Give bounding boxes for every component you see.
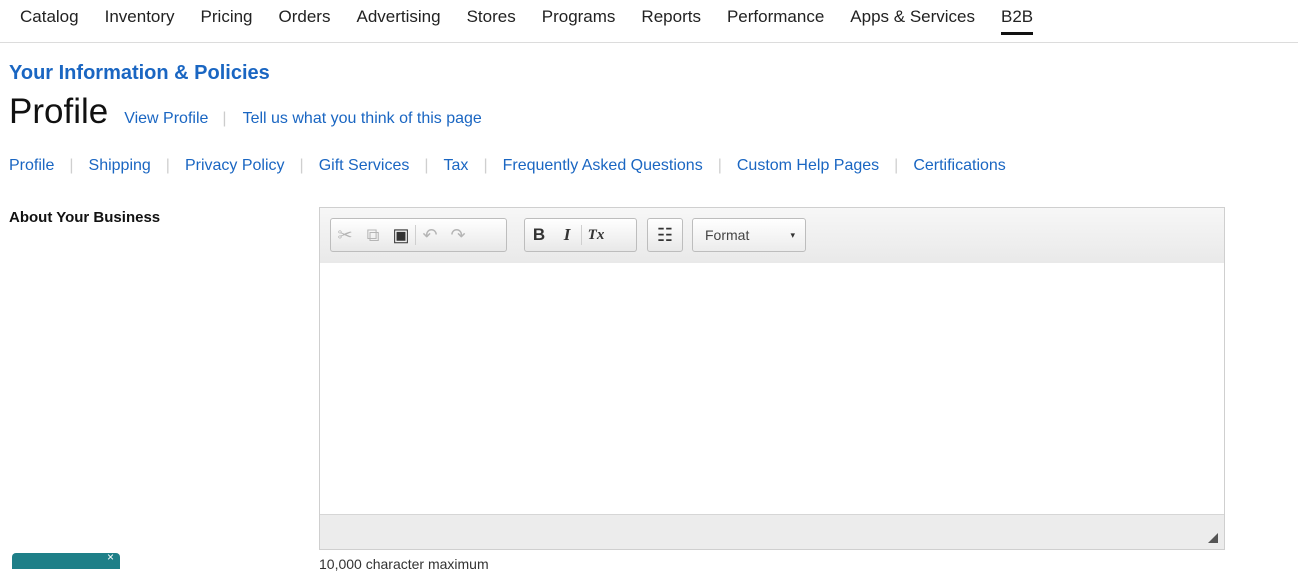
nav-advertising[interactable]: Advertising	[356, 0, 440, 34]
nav-apps-services[interactable]: Apps & Services	[850, 0, 975, 34]
subnav-gift-services[interactable]: Gift Services	[319, 157, 410, 175]
character-limit-text: 10,000 character maximum	[319, 556, 489, 572]
subnav-separator: |	[69, 157, 74, 174]
nav-b2b[interactable]: B2B	[1001, 0, 1034, 35]
feedback-tab[interactable]: ×	[12, 550, 120, 569]
title-separator: |	[222, 110, 227, 127]
subnav-custom-help-pages[interactable]: Custom Help Pages	[737, 157, 879, 175]
subnav-certifications[interactable]: Certifications	[913, 157, 1005, 175]
page-title: Profile	[9, 92, 109, 131]
subnav-separator: |	[894, 157, 899, 174]
format-label: Format	[705, 227, 750, 243]
subnav-shipping[interactable]: Shipping	[89, 157, 151, 175]
section-title[interactable]: Your Information & Policies	[9, 62, 270, 85]
close-icon[interactable]: ×	[107, 550, 114, 564]
bulleted-list-icon[interactable]: ☷	[651, 219, 679, 251]
top-navigation: Catalog Inventory Pricing Orders Adverti…	[0, 0, 1298, 43]
subnav-tax[interactable]: Tax	[444, 157, 469, 175]
format-dropdown[interactable]: Format ▾	[692, 218, 806, 252]
undo-icon[interactable]: ↶	[416, 219, 444, 251]
nav-reports[interactable]: Reports	[641, 0, 701, 34]
text-style-group: B I Tx	[524, 218, 637, 252]
bold-button[interactable]: B	[525, 219, 553, 251]
subnav-separator: |	[299, 157, 304, 174]
copy-icon[interactable]: ⧉	[359, 219, 387, 251]
nav-pricing[interactable]: Pricing	[201, 0, 253, 34]
nav-stores[interactable]: Stores	[467, 0, 516, 34]
profile-subnav: Profile | Shipping | Privacy Policy | Gi…	[9, 157, 1006, 175]
nav-inventory[interactable]: Inventory	[105, 0, 175, 34]
nav-performance[interactable]: Performance	[727, 0, 824, 34]
italic-button[interactable]: I	[553, 219, 581, 251]
subnav-separator: |	[424, 157, 429, 174]
nav-orders[interactable]: Orders	[279, 0, 331, 34]
paste-icon[interactable]: ▣	[387, 219, 415, 251]
nav-programs[interactable]: Programs	[542, 0, 616, 34]
subnav-privacy-policy[interactable]: Privacy Policy	[185, 157, 285, 175]
about-business-label: About Your Business	[9, 209, 161, 226]
chevron-down-icon: ▾	[790, 229, 795, 240]
subnav-profile[interactable]: Profile	[9, 157, 54, 175]
editor-footer	[320, 514, 1224, 549]
view-profile-link[interactable]: View Profile	[124, 110, 208, 128]
feedback-link[interactable]: Tell us what you think of this page	[243, 110, 482, 128]
rich-text-editor: ✂ ⧉ ▣ ↶ ↷ B I Tx ☷ Format ▾	[319, 207, 1225, 550]
editor-content-area[interactable]	[320, 263, 1224, 515]
subnav-faq[interactable]: Frequently Asked Questions	[503, 157, 703, 175]
nav-catalog[interactable]: Catalog	[20, 0, 79, 34]
subnav-separator: |	[165, 157, 170, 174]
title-row: Profile View Profile | Tell us what you …	[9, 92, 482, 132]
resize-handle-icon[interactable]	[1208, 533, 1218, 543]
editor-toolbar: ✂ ⧉ ▣ ↶ ↷ B I Tx ☷ Format ▾	[320, 208, 1224, 264]
subnav-separator: |	[483, 157, 488, 174]
clipboard-history-group: ✂ ⧉ ▣ ↶ ↷	[330, 218, 507, 252]
cut-icon[interactable]: ✂	[331, 219, 359, 251]
subnav-separator: |	[717, 157, 722, 174]
clear-format-button[interactable]: Tx	[582, 219, 610, 251]
redo-icon[interactable]: ↷	[444, 219, 472, 251]
list-group: ☷	[647, 218, 683, 252]
